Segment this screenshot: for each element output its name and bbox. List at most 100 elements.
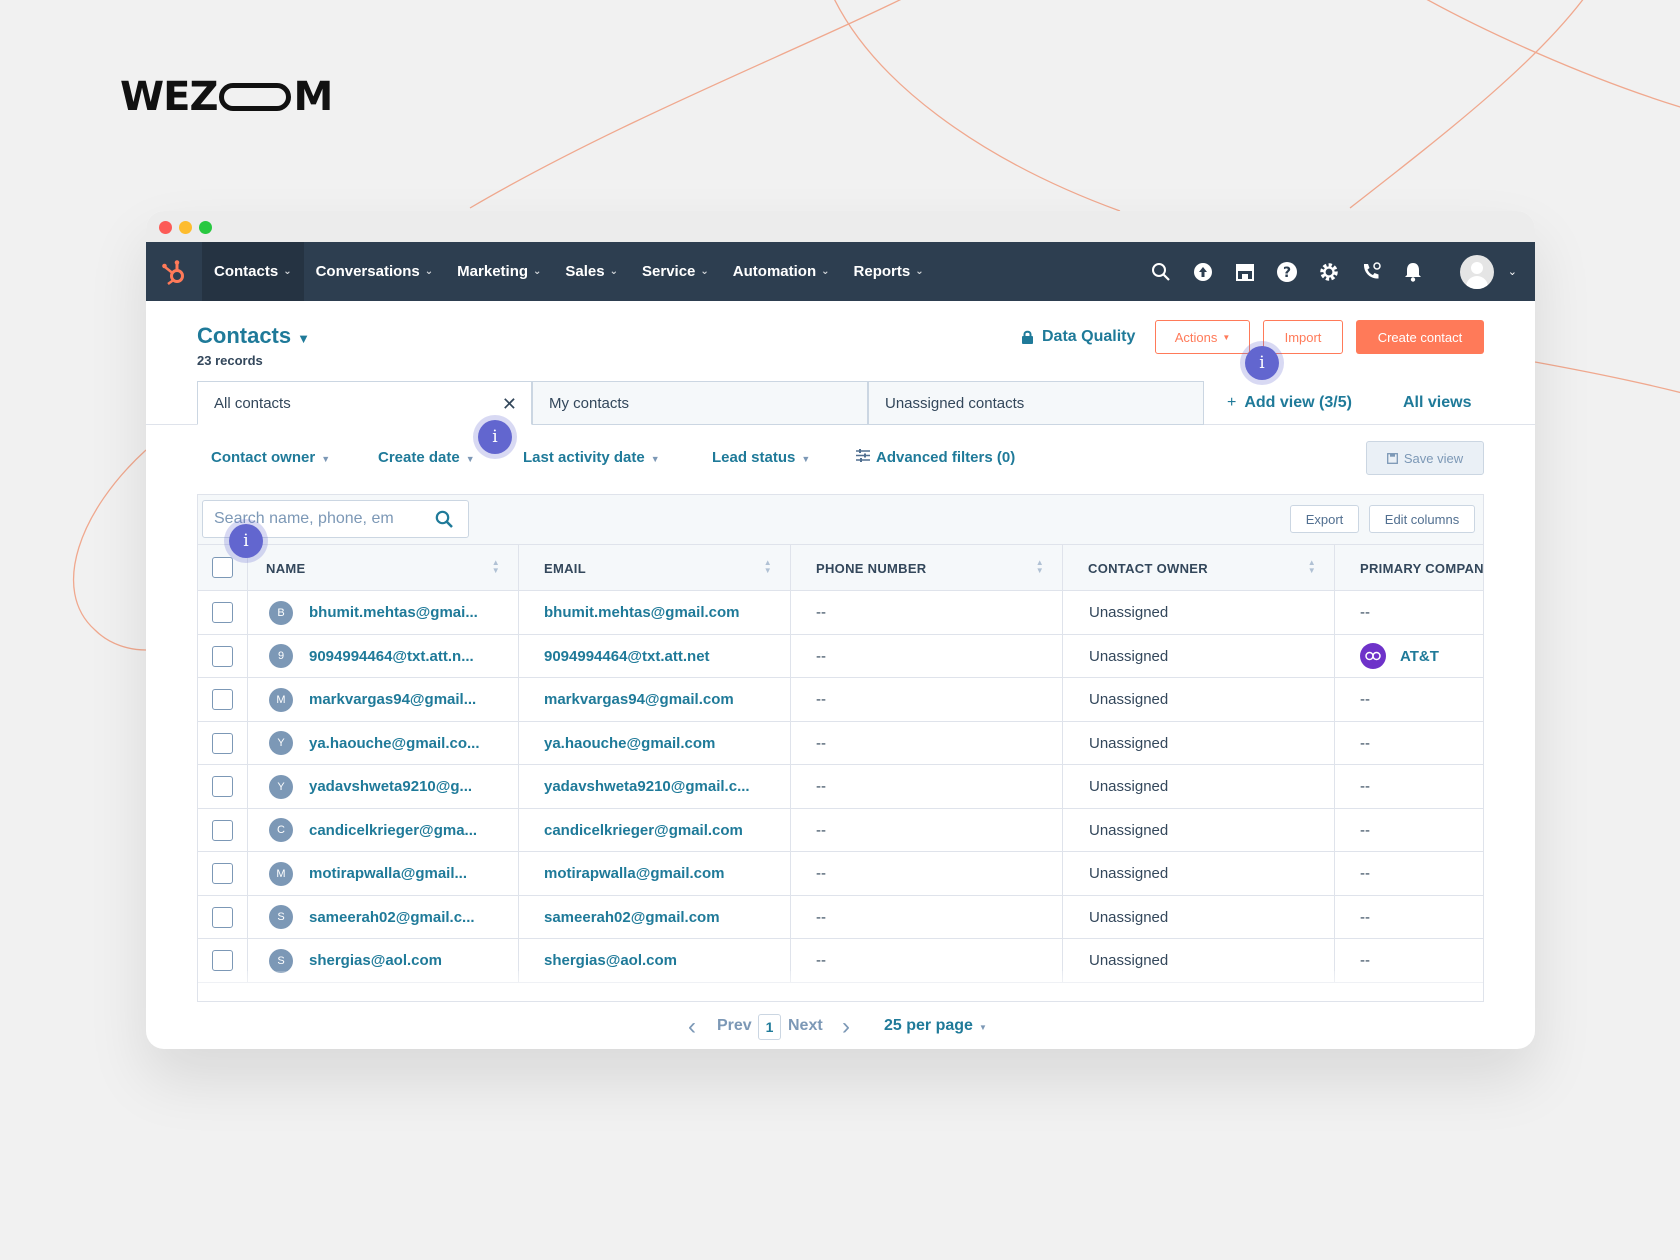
contact-email-link[interactable]: yadavshweta9210@gmail.c... [544, 778, 750, 795]
tab-my-contacts[interactable]: My contacts [532, 381, 868, 425]
contact-email-link[interactable]: motirapwalla@gmail.com [544, 865, 725, 882]
sort-icon[interactable]: ▲ ▼ [492, 559, 500, 575]
row-checkbox[interactable] [212, 602, 233, 623]
company-link[interactable]: AT&T [1400, 648, 1439, 665]
onboarding-hint-marker[interactable]: i [1245, 346, 1279, 380]
settings-icon[interactable] [1308, 242, 1350, 301]
prev-page-button[interactable]: Prev [717, 1017, 752, 1035]
upgrade-icon[interactable] [1182, 242, 1224, 301]
close-window-icon[interactable] [159, 221, 172, 234]
contact-email-link[interactable]: ya.haouche@gmail.com [544, 735, 715, 752]
page-title[interactable]: Contacts ▼ [197, 323, 310, 349]
import-button[interactable]: Import [1263, 320, 1343, 354]
row-checkbox[interactable] [212, 863, 233, 884]
contact-email-link[interactable]: sameerah02@gmail.com [544, 909, 720, 926]
next-page-button[interactable]: Next [788, 1017, 823, 1035]
contact-name-link[interactable]: ya.haouche@gmail.co... [309, 735, 480, 752]
row-checkbox[interactable] [212, 906, 233, 928]
contact-name-link[interactable]: motirapwalla@gmail... [309, 865, 467, 882]
select-all-checkbox[interactable] [212, 557, 233, 578]
contact-email-link[interactable]: bhumit.mehtas@gmail.com [544, 604, 740, 621]
tab-all-contacts[interactable]: All contacts ✕ [197, 381, 532, 425]
filter-lead-status[interactable]: Lead status ▼ [712, 449, 810, 466]
export-button[interactable]: Export [1290, 505, 1359, 533]
nav-automation[interactable]: Automation ⌄ [721, 242, 842, 301]
column-header-email[interactable]: EMAIL ▲ ▼ [519, 545, 791, 591]
save-view-button[interactable]: Save view [1366, 441, 1484, 475]
onboarding-hint-marker[interactable]: i [478, 420, 512, 454]
filter-create-date[interactable]: Create date ▼ [378, 449, 475, 466]
row-checkbox[interactable] [212, 819, 233, 841]
contact-email-link[interactable]: markvargas94@gmail.com [544, 691, 734, 708]
close-icon[interactable]: ✕ [502, 394, 517, 415]
help-icon[interactable]: ? [1266, 242, 1308, 301]
table-row[interactable]: M markvargas94@gmail... markvargas94@gma… [198, 678, 1483, 722]
company-value: -- [1360, 952, 1370, 969]
tab-unassigned-contacts[interactable]: Unassigned contacts [868, 381, 1204, 425]
create-contact-button[interactable]: Create contact [1356, 320, 1484, 354]
onboarding-hint-marker[interactable]: i [229, 524, 263, 558]
notifications-icon[interactable] [1392, 242, 1434, 301]
user-avatar[interactable] [1459, 254, 1494, 289]
row-checkbox[interactable] [212, 950, 233, 971]
per-page-select[interactable]: 25 per page ▼ [884, 1017, 987, 1035]
next-chevron-icon[interactable]: › [842, 1013, 850, 1041]
hubspot-logo-icon[interactable] [146, 242, 202, 301]
contact-email-link[interactable]: 9094994464@txt.att.net [544, 648, 710, 665]
column-header-primary-company[interactable]: PRIMARY COMPANY [1335, 545, 1483, 591]
column-header-name[interactable]: NAME ▲ ▼ [248, 545, 519, 591]
table-row[interactable]: 9 9094994464@txt.att.n... 9094994464@txt… [198, 634, 1483, 678]
contact-name-link[interactable]: shergias@aol.com [309, 952, 442, 969]
advanced-filters-button[interactable]: Advanced filters (0) [856, 449, 1015, 466]
phone-cell: -- [791, 721, 1063, 765]
nav-sales[interactable]: Sales ⌄ [553, 242, 630, 301]
nav-reports[interactable]: Reports ⌄ [842, 242, 936, 301]
sort-icon[interactable]: ▲ ▼ [1036, 559, 1044, 575]
email-cell: bhumit.mehtas@gmail.com [519, 591, 791, 634]
current-page[interactable]: 1 [758, 1014, 781, 1040]
all-views-link[interactable]: All views [1403, 394, 1471, 412]
actions-button[interactable]: Actions ▼ [1155, 320, 1250, 354]
table-row[interactable]: C candicelkrieger@gma... candicelkrieger… [198, 808, 1483, 852]
minimize-window-icon[interactable] [179, 221, 192, 234]
search-icon[interactable] [1140, 242, 1182, 301]
contact-name-link[interactable]: bhumit.mehtas@gmai... [309, 604, 478, 621]
table-row[interactable]: B bhumit.mehtas@gmai... bhumit.mehtas@gm… [198, 591, 1483, 635]
contact-name-link[interactable]: sameerah02@gmail.c... [309, 909, 475, 926]
table-row[interactable]: Y ya.haouche@gmail.co... ya.haouche@gmai… [198, 721, 1483, 765]
contact-name-link[interactable]: markvargas94@gmail... [309, 691, 476, 708]
data-quality-link[interactable]: Data Quality [1021, 328, 1135, 346]
column-header-contact-owner[interactable]: CONTACT OWNER ▲ ▼ [1063, 545, 1335, 591]
prev-chevron-icon[interactable]: ‹ [688, 1013, 696, 1041]
edit-columns-button[interactable]: Edit columns [1369, 505, 1475, 533]
contact-name-link[interactable]: 9094994464@txt.att.n... [309, 648, 474, 665]
marketplace-icon[interactable] [1224, 242, 1266, 301]
table-row[interactable]: M motirapwalla@gmail... motirapwalla@gma… [198, 852, 1483, 896]
sort-icon[interactable]: ▲ ▼ [764, 559, 772, 575]
table-row[interactable]: S sameerah02@gmail.c... sameerah02@gmail… [198, 895, 1483, 939]
nav-marketing[interactable]: Marketing ⌄ [445, 242, 553, 301]
row-checkbox[interactable] [212, 732, 233, 754]
table-row[interactable]: Y yadavshweta9210@g... yadavshweta9210@g… [198, 765, 1483, 809]
contact-name-link[interactable]: yadavshweta9210@g... [309, 778, 472, 795]
column-header-phone[interactable]: PHONE NUMBER ▲ ▼ [791, 545, 1063, 591]
row-checkbox[interactable] [212, 645, 233, 667]
contact-email-link[interactable]: shergias@aol.com [544, 952, 677, 969]
chevron-down-icon[interactable]: ⌄ [1508, 265, 1517, 278]
calling-icon[interactable] [1350, 242, 1392, 301]
nav-contacts[interactable]: Contacts ⌄ [202, 242, 304, 301]
filter-last-activity-date[interactable]: Last activity date ▼ [523, 449, 660, 466]
add-view-button[interactable]: + Add view (3/5) [1227, 394, 1352, 412]
row-checkbox[interactable] [212, 776, 233, 797]
maximize-window-icon[interactable] [199, 221, 212, 234]
search-icon[interactable] [435, 510, 454, 529]
owner-value: Unassigned [1089, 604, 1169, 621]
nav-conversations[interactable]: Conversations ⌄ [304, 242, 446, 301]
contact-email-link[interactable]: candicelkrieger@gmail.com [544, 822, 743, 839]
page-header: Contacts ▼ 23 records Data Quality Action… [146, 301, 1535, 381]
contact-name-link[interactable]: candicelkrieger@gma... [309, 822, 477, 839]
row-checkbox[interactable] [212, 689, 233, 710]
nav-service[interactable]: Service ⌄ [630, 242, 721, 301]
sort-icon[interactable]: ▲ ▼ [1308, 559, 1316, 575]
filter-contact-owner[interactable]: Contact owner ▼ [211, 449, 330, 466]
